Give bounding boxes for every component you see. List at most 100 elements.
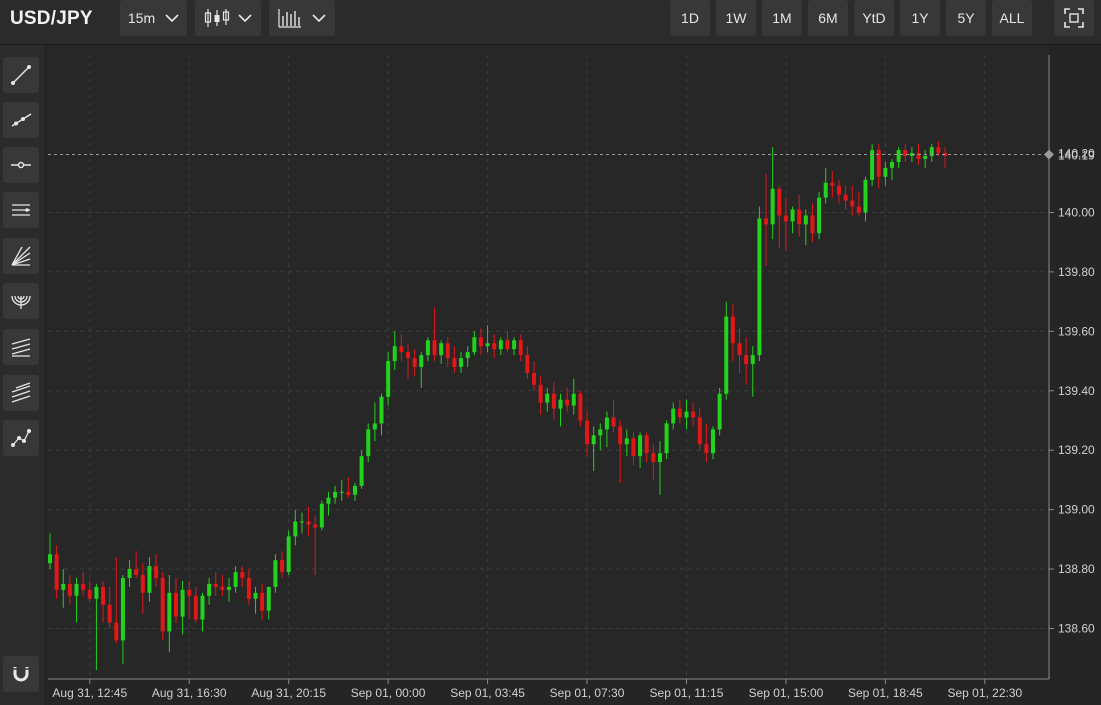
range-1w-button[interactable]: 1W <box>716 0 756 36</box>
fibonacci-icon <box>11 382 31 403</box>
candle-body <box>810 215 815 234</box>
fibonacci-tool[interactable] <box>3 375 39 411</box>
candle-body <box>518 340 523 356</box>
fullscreen-icon <box>1064 8 1084 28</box>
trend-line-tool[interactable] <box>3 57 39 93</box>
candle-body <box>525 355 530 373</box>
chart-grid <box>48 45 1049 679</box>
price-chart[interactable]: 138.60 138.80 139.00 139.20 139.40 139.60 139.… <box>0 0 1101 705</box>
symbol-title: USD/JPY <box>10 8 93 29</box>
pitchfork-tool[interactable] <box>3 329 39 365</box>
candle-body <box>213 583 218 587</box>
path-tool[interactable] <box>3 420 39 456</box>
candle-body <box>372 423 377 430</box>
range-5y-button[interactable]: 5Y <box>946 0 986 36</box>
chevron-down-icon <box>165 14 179 23</box>
path-icon <box>11 429 31 447</box>
fan-icon <box>11 246 31 266</box>
candle-body <box>631 438 636 457</box>
x-tick-label: Sep 01, 11:15 <box>650 686 724 700</box>
candle-body <box>200 595 205 620</box>
candle-body <box>286 536 291 573</box>
candle-body <box>54 554 59 590</box>
candle-body <box>379 396 384 424</box>
magnet-icon <box>13 667 29 682</box>
candle-body <box>94 586 99 599</box>
x-tick-label: Sep 01, 22:30 <box>947 686 1022 700</box>
candle-body <box>843 194 848 201</box>
candle-body <box>750 355 755 365</box>
x-tick-label: Sep 01, 15:00 <box>749 686 824 700</box>
candle-body <box>657 453 662 463</box>
range-1d-button[interactable]: 1D <box>670 0 710 36</box>
pitchfork-icon <box>11 338 31 357</box>
candle-body <box>313 524 318 528</box>
y-tick-label: 139.20 <box>1058 443 1095 457</box>
x-tick-label: Aug 31, 12:45 <box>52 686 127 700</box>
candle-body <box>790 209 795 222</box>
fullscreen-button[interactable] <box>1054 0 1094 36</box>
candle-body <box>883 167 888 177</box>
candle-body <box>764 218 769 225</box>
y-tick-label: 139.40 <box>1058 384 1095 398</box>
candle-body <box>704 444 709 454</box>
candle-body <box>293 521 298 537</box>
candle-body <box>624 438 629 445</box>
candle-body <box>326 497 331 504</box>
candle-body <box>717 393 722 430</box>
x-tick-label: Sep 01, 18:45 <box>848 686 923 700</box>
arc-tool[interactable] <box>3 283 39 319</box>
candle-body <box>836 185 841 195</box>
candle-body <box>260 592 265 611</box>
magnet-tool[interactable] <box>3 656 39 692</box>
candle-body <box>551 393 556 409</box>
range-1y-button[interactable]: 1Y <box>900 0 940 36</box>
candle-body <box>770 188 775 225</box>
candle-body <box>472 337 477 353</box>
range-6m-button[interactable]: 6M <box>808 0 848 36</box>
candle-body <box>757 218 762 356</box>
fan-tool[interactable] <box>3 238 39 274</box>
candle-body <box>48 554 52 564</box>
range-1m-button[interactable]: 1M <box>762 0 802 36</box>
candle-body <box>273 560 278 587</box>
candle-body <box>432 340 437 356</box>
candle-body <box>220 586 225 590</box>
candle-body <box>604 417 609 430</box>
range-ytd-button[interactable]: YtD <box>854 0 894 36</box>
candle-body <box>744 355 749 365</box>
chevron-down-icon <box>312 14 326 23</box>
candle-body <box>193 595 198 620</box>
candle-body <box>339 491 344 493</box>
candle-body <box>664 423 669 454</box>
candle-body <box>140 575 145 593</box>
indicators-selector[interactable] <box>269 0 335 36</box>
chart-type-selector[interactable] <box>195 0 261 36</box>
candle-body <box>711 429 715 454</box>
candle-body <box>565 399 570 406</box>
x-tick-label: Sep 01, 07:30 <box>550 686 625 700</box>
candle-body <box>505 340 510 350</box>
x-tick-label: Aug 31, 16:30 <box>152 686 227 700</box>
candle-body <box>598 429 603 436</box>
candle-body <box>890 161 895 168</box>
x-tick-label: Sep 01, 03:45 <box>450 686 525 700</box>
range-all-button[interactable]: ALL <box>992 0 1032 36</box>
candle-body <box>850 200 855 207</box>
candle-body <box>412 358 417 367</box>
candle-body <box>638 435 643 457</box>
candle-body <box>87 589 92 599</box>
candle-body <box>266 586 271 611</box>
horizontal-line-tool[interactable] <box>3 147 39 183</box>
candle-body <box>671 408 676 424</box>
candle-body <box>74 583 79 596</box>
interval-selector[interactable]: 15m <box>120 0 187 36</box>
candle-body <box>359 456 364 486</box>
parallel-channel-tool[interactable] <box>3 192 39 228</box>
candle-body <box>697 417 702 445</box>
candle-body <box>233 572 238 587</box>
candle-body <box>187 589 192 596</box>
candle-body <box>134 569 139 575</box>
ray-tool[interactable] <box>3 102 39 138</box>
candle-body <box>923 156 928 159</box>
